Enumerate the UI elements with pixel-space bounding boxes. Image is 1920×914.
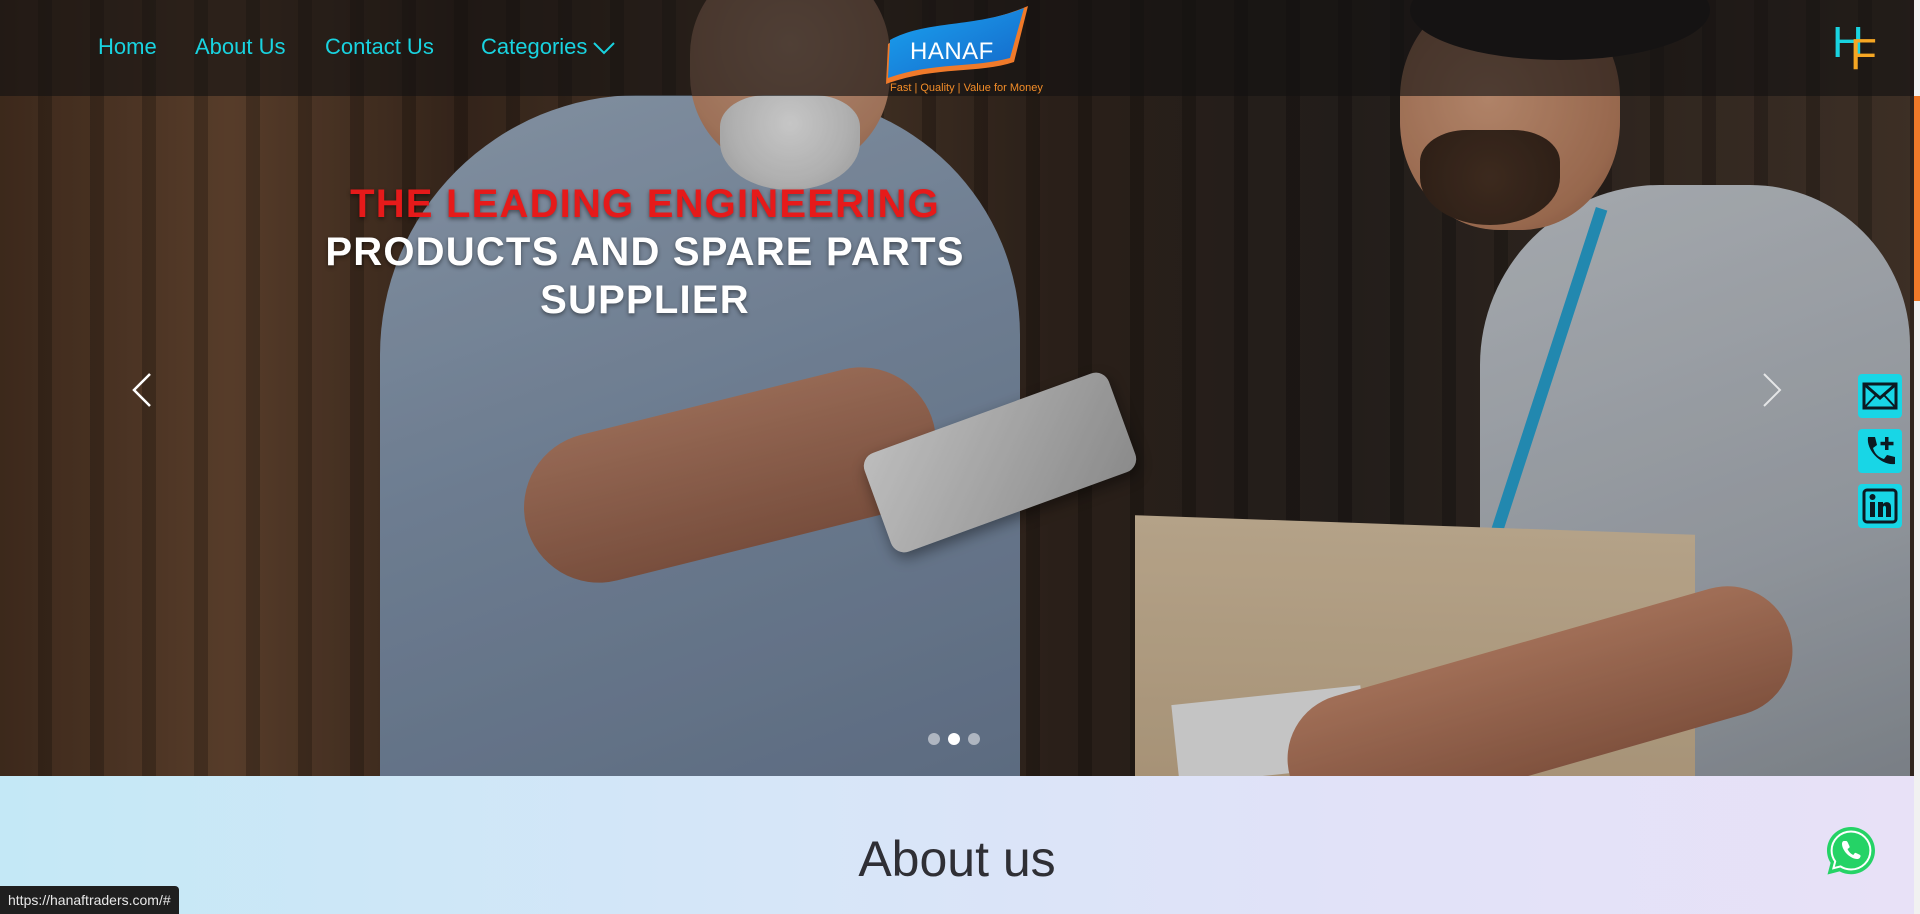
brand-logo[interactable]: HANAF Fast | Quality | Value for Money <box>882 4 1043 96</box>
linkedin-button[interactable] <box>1858 484 1902 528</box>
whatsapp-icon <box>1827 827 1875 875</box>
carousel-dot-2[interactable] <box>948 733 960 745</box>
phone-button[interactable] <box>1858 429 1902 473</box>
nav-contact-link[interactable]: Contact Us <box>325 34 434 60</box>
chevron-right-icon <box>1763 373 1782 407</box>
phone-plus-icon <box>1867 437 1895 465</box>
email-button[interactable] <box>1858 374 1902 418</box>
mail-icon <box>1862 382 1898 410</box>
about-section-title: About us <box>858 831 1056 887</box>
hero-headline-line2: PRODUCTS AND SPARE PARTS <box>325 230 965 274</box>
nav-categories-dropdown[interactable]: Categories <box>481 34 587 60</box>
carousel-indicators <box>928 733 988 747</box>
monogram-logo[interactable]: H F <box>1832 18 1880 79</box>
monogram-letter-f: F <box>1850 30 1877 79</box>
scrollbar-thumb[interactable] <box>1914 96 1920 301</box>
hero-carousel: THE LEADING ENGINEERING PRODUCTS AND SPA… <box>0 0 1914 776</box>
carousel-prev-button[interactable] <box>124 370 164 410</box>
carousel-dot-1[interactable] <box>928 733 940 745</box>
brand-tagline: Fast | Quality | Value for Money <box>890 82 1043 94</box>
linkedin-icon <box>1862 488 1898 524</box>
brand-name: HANAF <box>910 38 994 65</box>
carousel-next-button[interactable] <box>1750 370 1790 410</box>
hero-headline-line1: THE LEADING ENGINEERING <box>350 182 940 226</box>
hero-overlay <box>0 0 1914 776</box>
nav-home-link[interactable]: Home <box>98 34 157 60</box>
hero-headline: THE LEADING ENGINEERING PRODUCTS AND SPA… <box>300 180 990 324</box>
chevron-down-icon[interactable] <box>592 38 616 58</box>
chevron-left-icon <box>132 373 151 407</box>
status-bar-url: https://hanaftraders.com/# <box>0 886 179 914</box>
nav-about-link[interactable]: About Us <box>195 34 286 60</box>
whatsapp-button[interactable] <box>1824 824 1878 878</box>
hero-headline-line3: SUPPLIER <box>540 278 750 322</box>
top-navbar: Home About Us Contact Us Categories HANA… <box>0 0 1914 96</box>
carousel-dot-3[interactable] <box>968 733 980 745</box>
